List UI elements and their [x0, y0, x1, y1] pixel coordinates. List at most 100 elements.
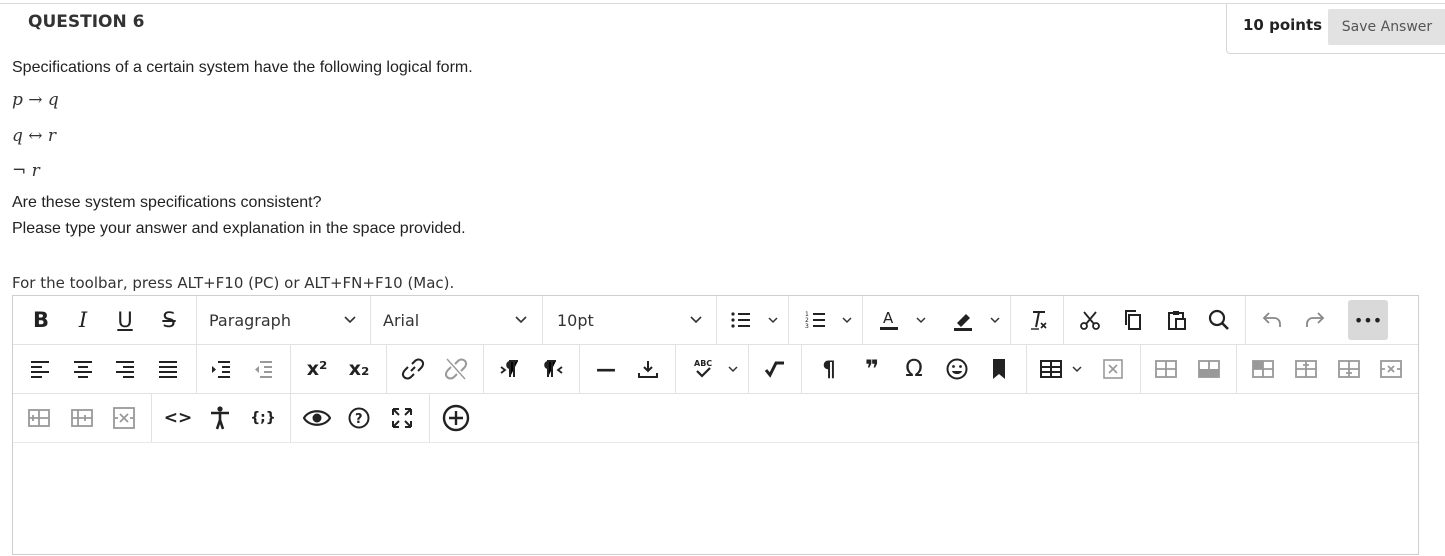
- horizontal-line-icon[interactable]: —: [590, 353, 622, 385]
- chevron-down-icon: [690, 316, 702, 324]
- clear-format-icon[interactable]: [1023, 304, 1055, 336]
- code-sample-icon[interactable]: {;}: [247, 402, 279, 434]
- question-intro: Specifications of a certain system have …: [12, 59, 473, 76]
- toolbar-separator: [862, 296, 863, 344]
- rich-text-editor[interactable]: B I U S Paragraph Arial 10pt 123 A ••• x…: [12, 295, 1419, 555]
- formula-3: ¬ r: [12, 161, 40, 181]
- chevron-down-icon[interactable]: [841, 314, 853, 326]
- toolbar-separator: [196, 296, 197, 344]
- col-after-icon[interactable]: [1290, 353, 1322, 385]
- blockquote-icon[interactable]: ❞: [856, 353, 888, 385]
- editor-body[interactable]: [13, 443, 1418, 556]
- paragraph-mark-icon[interactable]: ¶: [813, 353, 845, 385]
- math-icon[interactable]: [759, 353, 791, 385]
- toolbar-separator: [675, 345, 676, 393]
- toolbar-row-3: <> {;} ?: [13, 394, 1418, 443]
- undo-icon[interactable]: [1256, 304, 1288, 336]
- toolbar-separator: [290, 394, 291, 442]
- bullet-list-icon[interactable]: [725, 304, 757, 336]
- question-title: QUESTION 6: [28, 12, 145, 32]
- paste-icon[interactable]: [1161, 304, 1193, 336]
- more-icon[interactable]: •••: [1348, 300, 1388, 340]
- bookmark-icon[interactable]: [983, 353, 1015, 385]
- bold-icon[interactable]: B: [25, 304, 57, 336]
- row-insert-after-icon[interactable]: [66, 402, 98, 434]
- omega-icon[interactable]: Ω: [898, 353, 930, 385]
- toolbar-separator: [196, 345, 197, 393]
- col-insert-icon[interactable]: [1333, 353, 1365, 385]
- preview-icon[interactable]: [301, 402, 333, 434]
- row-after-icon[interactable]: [1193, 353, 1225, 385]
- chevron-down-icon[interactable]: [727, 363, 739, 375]
- fullscreen-icon[interactable]: [386, 402, 418, 434]
- toolbar-separator: [788, 296, 789, 344]
- copy-icon[interactable]: [1117, 304, 1149, 336]
- italic-icon[interactable]: I: [67, 304, 99, 336]
- toolbar-hint: For the toolbar, press ALT+F10 (PC) or A…: [12, 274, 455, 292]
- toolbar-separator: [1026, 345, 1027, 393]
- help-icon[interactable]: ?: [343, 402, 375, 434]
- superscript-icon[interactable]: x²: [301, 353, 333, 385]
- anchor-icon[interactable]: [632, 353, 664, 385]
- row-before-icon[interactable]: [1150, 353, 1182, 385]
- highlight-icon[interactable]: [947, 304, 979, 336]
- table-delete-icon[interactable]: [1097, 353, 1129, 385]
- toolbar-separator: [1245, 296, 1246, 344]
- link-icon[interactable]: [397, 353, 429, 385]
- outdent-icon[interactable]: [247, 353, 279, 385]
- toolbar-separator: [579, 345, 580, 393]
- ltr-icon[interactable]: [494, 353, 526, 385]
- table-icon[interactable]: [1035, 353, 1067, 385]
- chevron-down-icon[interactable]: [1071, 363, 1083, 375]
- cut-icon[interactable]: [1074, 304, 1106, 336]
- accessibility-icon[interactable]: [204, 402, 236, 434]
- numbered-list-icon[interactable]: 123: [800, 304, 832, 336]
- align-left-icon[interactable]: [24, 353, 56, 385]
- font-size-select-value: 10pt: [557, 310, 594, 330]
- toolbar-separator: [290, 345, 291, 393]
- subscript-icon[interactable]: x₂: [343, 353, 375, 385]
- strikethrough-icon[interactable]: S: [153, 304, 185, 336]
- search-icon[interactable]: [1203, 304, 1235, 336]
- font-select[interactable]: Arial: [383, 304, 528, 336]
- toolbar-separator: [483, 345, 484, 393]
- format-select[interactable]: Paragraph: [209, 304, 357, 336]
- align-right-icon[interactable]: [109, 353, 141, 385]
- add-content-icon[interactable]: [440, 402, 472, 434]
- chevron-down-icon[interactable]: [915, 314, 927, 326]
- emoji-icon[interactable]: [941, 353, 973, 385]
- row-delete-icon[interactable]: [108, 402, 140, 434]
- question-prompt-1: Are these system specifications consiste…: [12, 194, 322, 211]
- toolbar-separator: [151, 394, 152, 442]
- toolbar-row-1: B I U S Paragraph Arial 10pt 123 A •••: [13, 296, 1418, 345]
- justify-icon[interactable]: [152, 353, 184, 385]
- toolbar-separator: [542, 296, 543, 344]
- align-center-icon[interactable]: [67, 353, 99, 385]
- svg-text:ABC: ABC: [694, 359, 712, 368]
- toolbar-separator: [429, 394, 430, 442]
- chevron-down-icon[interactable]: [989, 314, 1001, 326]
- chevron-down-icon: [344, 316, 356, 324]
- font-select-value: Arial: [383, 310, 420, 330]
- col-delete-icon[interactable]: [1375, 353, 1407, 385]
- col-before-icon[interactable]: [1247, 353, 1279, 385]
- spellcheck-icon[interactable]: ABC: [687, 353, 719, 385]
- chevron-down-icon[interactable]: [767, 314, 779, 326]
- toolbar-separator: [748, 345, 749, 393]
- rtl-icon[interactable]: [536, 353, 568, 385]
- font-size-select[interactable]: 10pt: [557, 304, 703, 336]
- row-insert-before-icon[interactable]: [23, 402, 55, 434]
- redo-icon[interactable]: [1299, 304, 1331, 336]
- toolbar-separator: [1010, 296, 1011, 344]
- save-answer-button[interactable]: Save Answer: [1328, 9, 1445, 45]
- unlink-icon[interactable]: [440, 353, 472, 385]
- points-panel: 10 points Save Answer: [1226, 4, 1445, 54]
- code-icon[interactable]: <>: [162, 402, 194, 434]
- text-color-icon[interactable]: A: [873, 304, 905, 336]
- indent-icon[interactable]: [205, 353, 237, 385]
- svg-text:?: ?: [355, 412, 363, 427]
- toolbar-separator: [1140, 345, 1141, 393]
- toolbar-separator: [801, 345, 802, 393]
- svg-text:A: A: [883, 309, 894, 327]
- underline-icon[interactable]: U: [109, 304, 141, 336]
